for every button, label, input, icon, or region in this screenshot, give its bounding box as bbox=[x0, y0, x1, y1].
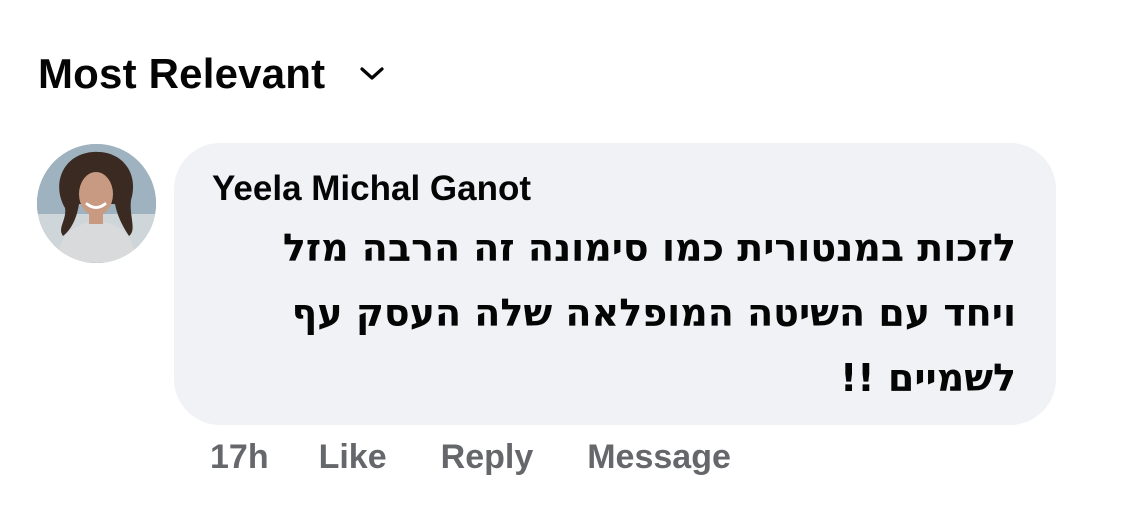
comment-text-line: לשמיים !! bbox=[839, 356, 1016, 400]
comment-text-line: לזכות במנטורית כמו סימונה זה הרבה מזל bbox=[282, 226, 1016, 270]
comment-text-line: ויחד עם השיטה המופלאה שלה העסק עף bbox=[291, 291, 1016, 335]
comment-actions: 17h Like Reply Message bbox=[210, 432, 785, 482]
message-button[interactable]: Message bbox=[587, 438, 731, 477]
chevron-down-icon bbox=[359, 66, 385, 82]
sort-label: Most Relevant bbox=[38, 50, 326, 97]
comment-bubble: Yeela Michal Ganot לזכות במנטורית כמו סי… bbox=[174, 143, 1056, 425]
sort-dropdown[interactable]: Most Relevant bbox=[38, 46, 385, 102]
comment-timestamp[interactable]: 17h bbox=[210, 438, 269, 477]
reply-button[interactable]: Reply bbox=[441, 438, 534, 477]
avatar[interactable] bbox=[37, 144, 156, 263]
comment-author[interactable]: Yeela Michal Ganot bbox=[212, 169, 531, 209]
like-button[interactable]: Like bbox=[319, 438, 387, 477]
